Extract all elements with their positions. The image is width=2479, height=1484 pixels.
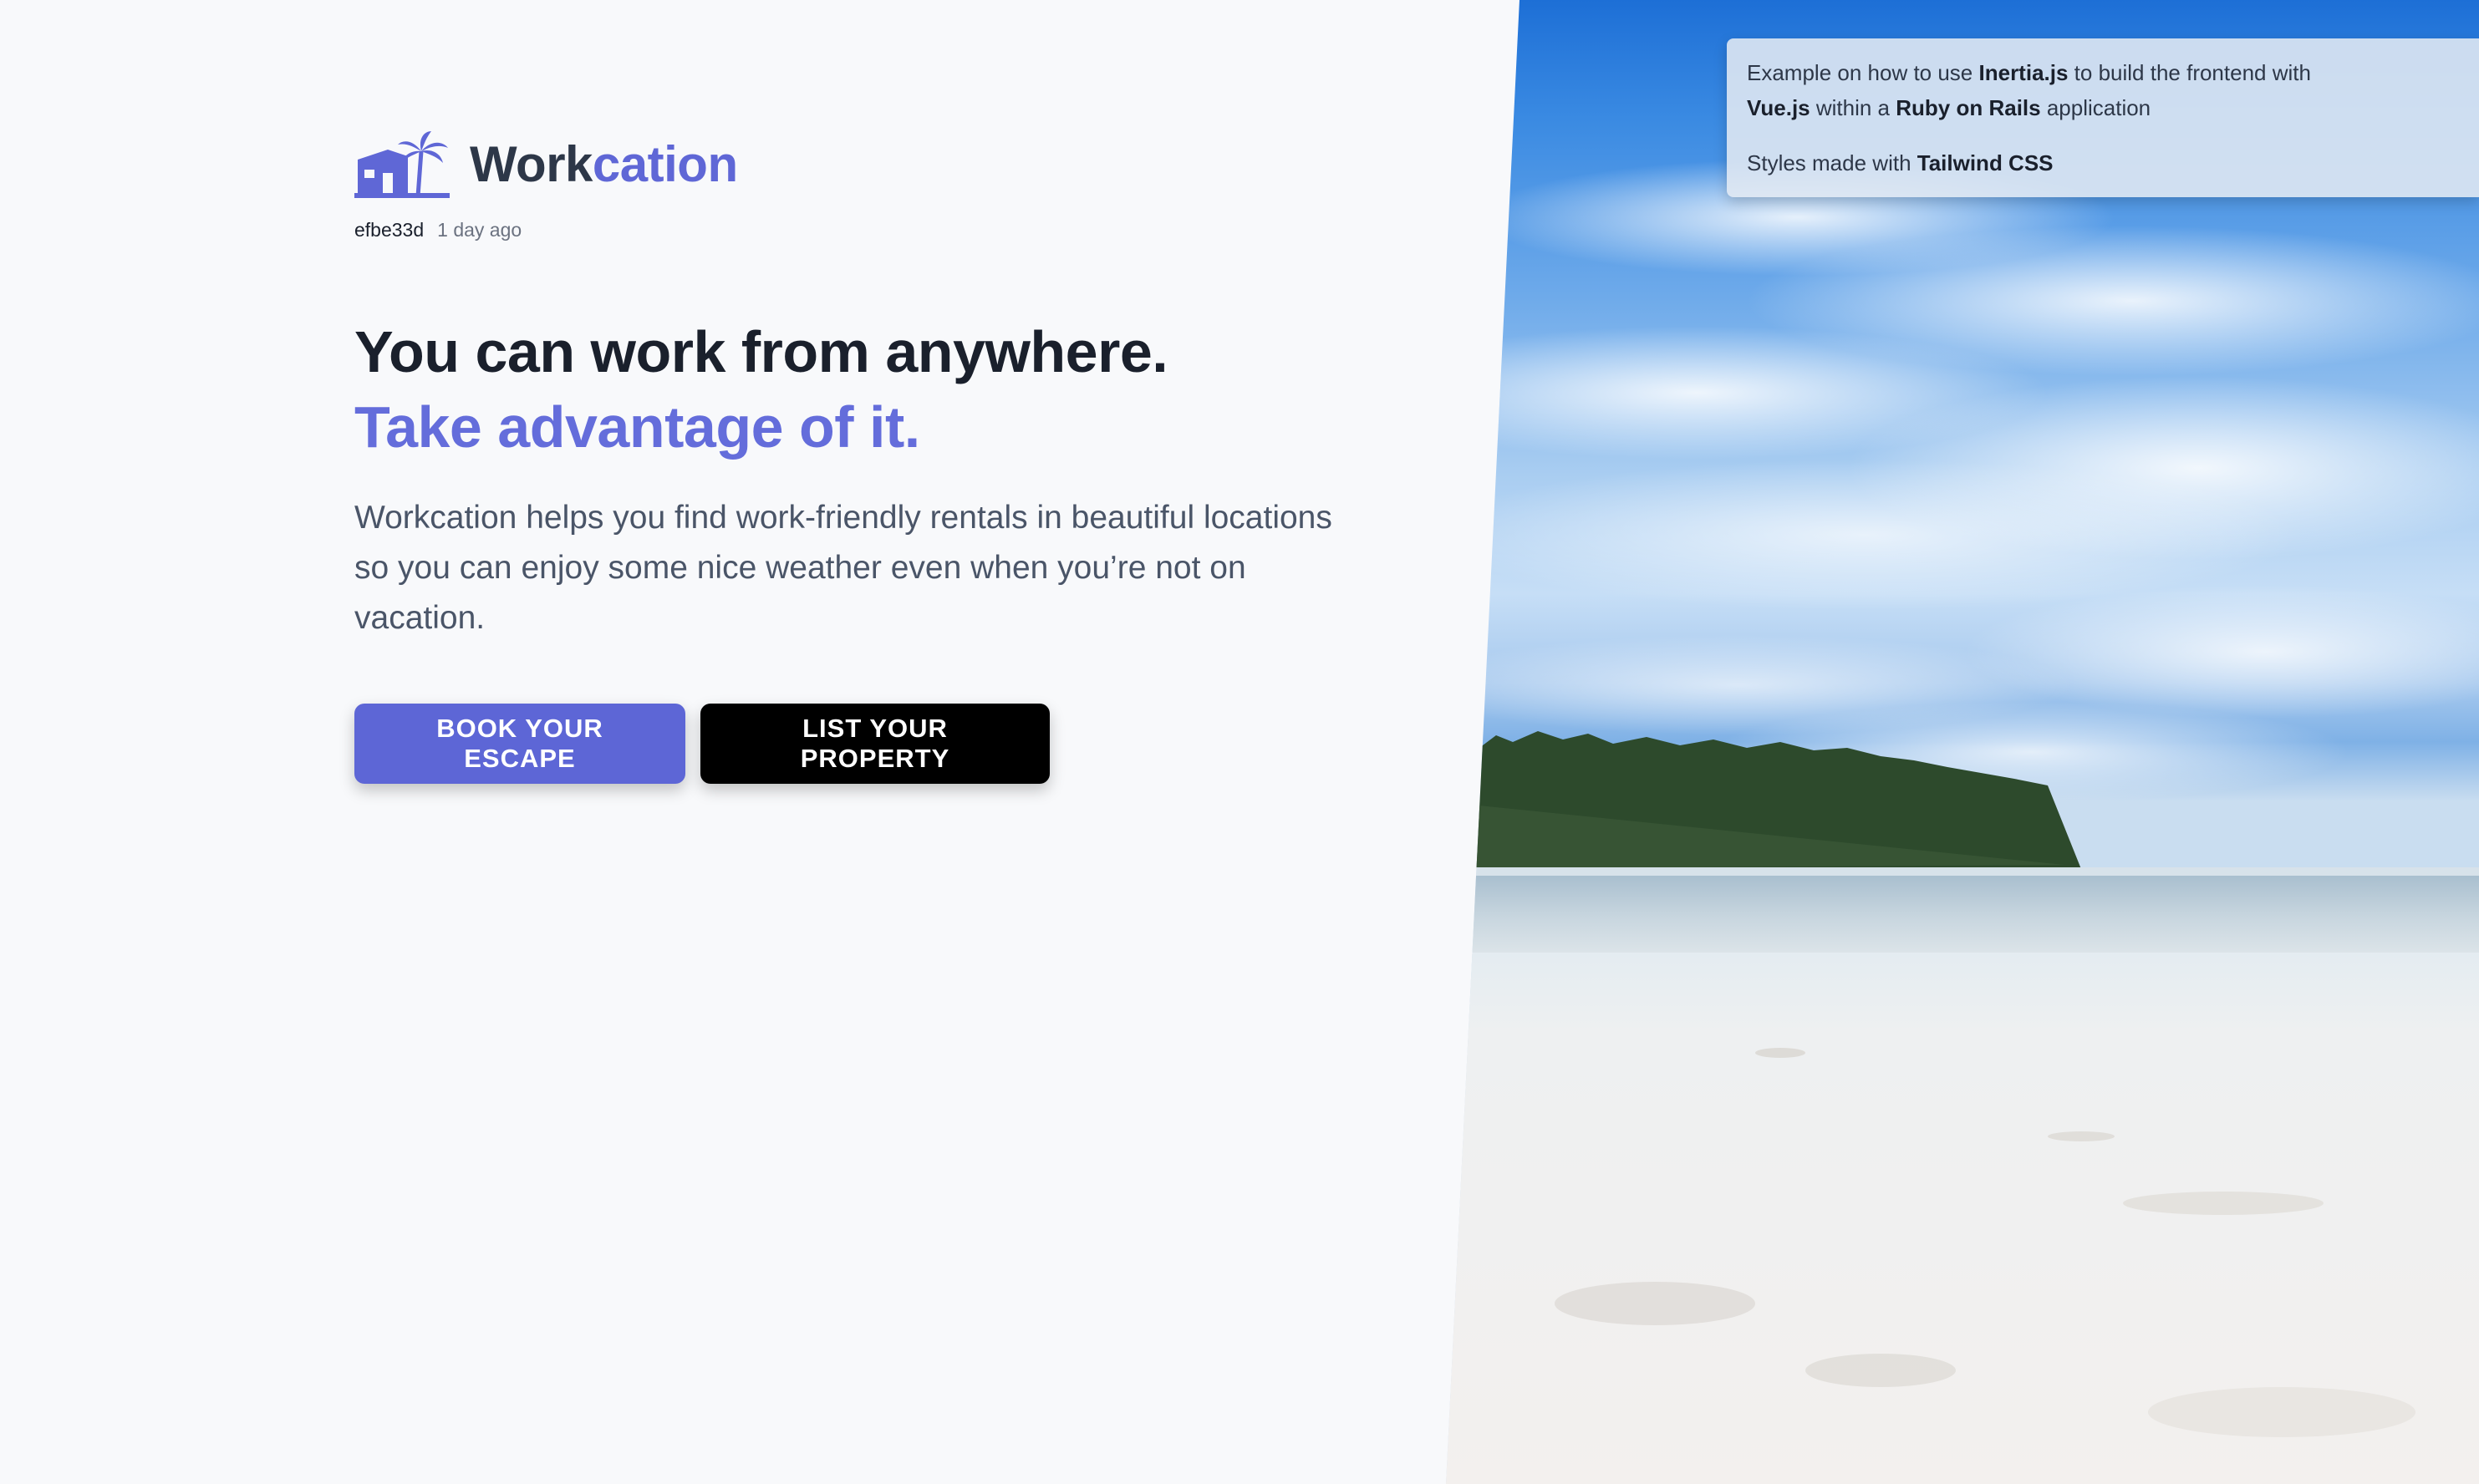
headline-accent: Take advantage of it. <box>354 394 920 460</box>
info-text: Example on how to use <box>1747 60 1979 85</box>
info-text: to build the frontend with <box>2068 60 2311 85</box>
commit-meta: efbe33d 1 day ago <box>354 217 1357 242</box>
hero-description: Workcation helps you find work-friendly … <box>354 500 1332 636</box>
commit-hash: efbe33d <box>354 219 425 241</box>
cta-buttons: BOOK YOUR ESCAPE LIST YOUR PROPERTY <box>354 704 1357 784</box>
headline-main: You can work from anywhere. <box>354 319 1168 384</box>
info-text: Styles made with <box>1747 150 1917 175</box>
brand-name: Workcation <box>470 140 738 190</box>
inertia-label: Inertia.js <box>1978 60 2069 85</box>
tailwind-label: Tailwind CSS <box>1917 150 2054 175</box>
list-property-button[interactable]: LIST YOUR PROPERTY <box>700 704 1050 784</box>
brand-cation: cation <box>592 136 738 192</box>
commit-time: 1 day ago <box>437 219 522 241</box>
house-palm-icon <box>354 131 450 198</box>
headline: You can work from anywhere. Take advanta… <box>354 314 1357 465</box>
info-line-2: Styles made with Tailwind CSS <box>1747 145 2459 180</box>
info-line-1: Example on how to use Inertia.js to buil… <box>1747 55 2459 125</box>
beach-hero-image <box>1446 0 2479 1484</box>
book-escape-button[interactable]: BOOK YOUR ESCAPE <box>354 704 685 784</box>
info-text: within a <box>1810 95 1896 120</box>
main-content: Workcation efbe33d 1 day ago You can wor… <box>354 130 1357 784</box>
beach-illustration <box>1446 159 2479 1484</box>
rails-label: Ruby on Rails <box>1896 95 2041 120</box>
vue-label: Vue.js <box>1747 95 1810 120</box>
info-box: Example on how to use Inertia.js to buil… <box>1727 38 2479 197</box>
info-text: application <box>2040 95 2151 120</box>
logo: Workcation <box>354 130 1357 199</box>
brand-work: Work <box>470 136 593 192</box>
